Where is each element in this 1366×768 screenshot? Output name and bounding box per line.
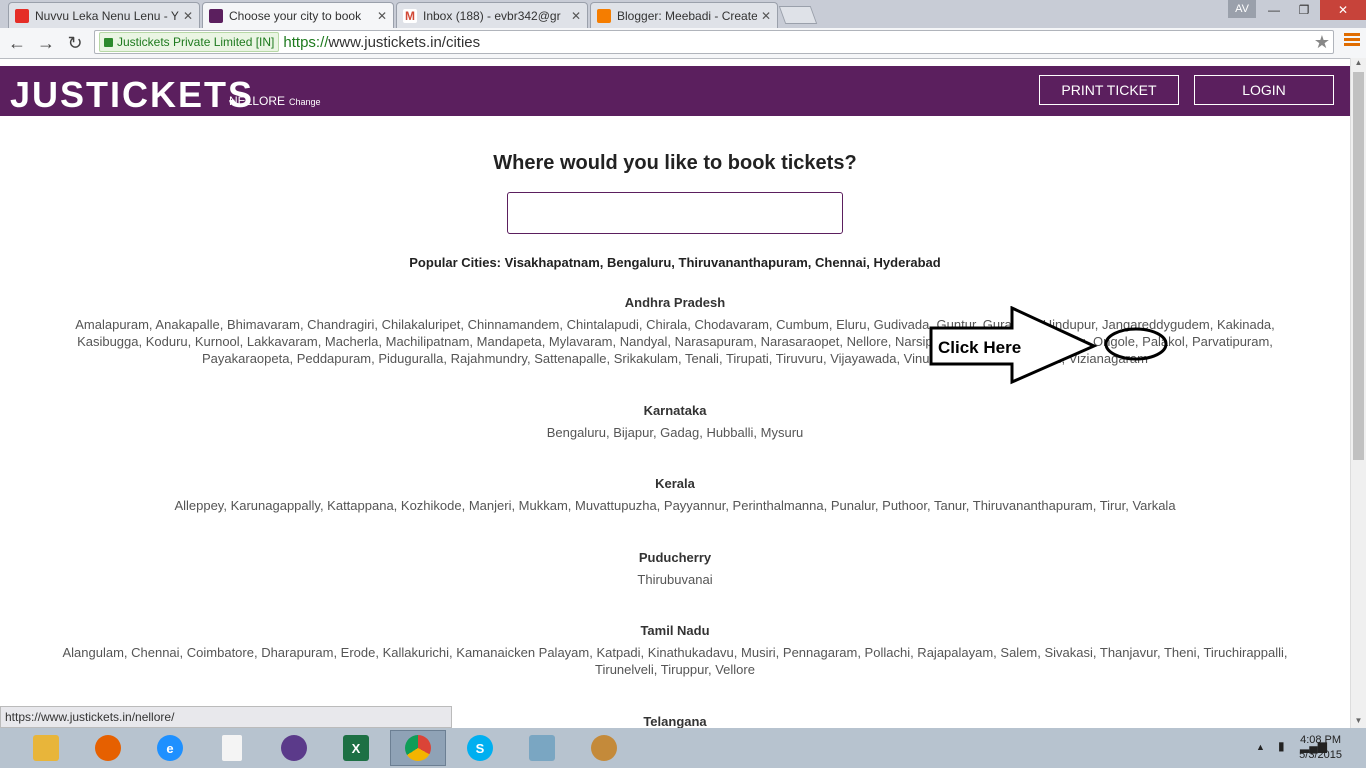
change-city-link[interactable]: Change xyxy=(289,97,321,107)
status-bar: https://www.justickets.in/nellore/ xyxy=(0,706,452,728)
city-list[interactable]: Alangulam, Chennai, Coimbatore, Dharapur… xyxy=(55,644,1295,678)
internet-explorer-icon: e xyxy=(157,735,183,761)
taskbar-app[interactable] xyxy=(204,730,260,766)
url-path: www.justickets.in/cities xyxy=(328,33,481,51)
firefox-icon xyxy=(95,735,121,761)
taskbar-app[interactable] xyxy=(266,730,322,766)
close-icon[interactable]: ✕ xyxy=(761,9,771,23)
popular-cities-label: Popular Cities: xyxy=(409,255,502,270)
minimize-icon[interactable]: — xyxy=(1260,0,1288,20)
popular-cities: Popular Cities: Visakhapatnam, Bengaluru… xyxy=(0,255,1350,270)
highlight-circle xyxy=(1104,327,1168,361)
chrome-menu-icon[interactable] xyxy=(1344,33,1360,49)
justickets-icon xyxy=(209,8,223,23)
close-icon[interactable]: ✕ xyxy=(377,9,387,23)
page-scrollbar[interactable]: ▲ ▼ xyxy=(1350,58,1366,728)
state-karnataka: Karnataka Bengaluru, Bijapur, Gadag, Hub… xyxy=(0,403,1350,441)
lock-icon xyxy=(104,37,113,47)
state-kerala: Kerala Alleppey, Karunagappally, Kattapp… xyxy=(0,476,1350,514)
tab-strip: Nuvvu Leka Nenu Lenu - Y ✕ Choose your c… xyxy=(0,0,1366,28)
back-icon[interactable]: ← xyxy=(6,32,28,54)
click-here-annotation: Click Here xyxy=(929,306,1168,385)
ev-certificate-label: Justickets Private Limited [IN] xyxy=(117,35,275,49)
state-name: Tamil Nadu xyxy=(640,623,710,638)
blogger-icon xyxy=(597,8,611,23)
close-icon[interactable]: ✕ xyxy=(571,9,581,23)
restore-icon[interactable]: ❐ xyxy=(1290,0,1318,20)
taskbar: e X S ▲ ▮ ▂▄▆ 4:08 PM 5/3/2015 xyxy=(0,728,1366,768)
notebook-icon xyxy=(529,735,555,761)
annotation-label: Click Here xyxy=(938,338,1021,357)
clock-date: 5/3/2015 xyxy=(1299,749,1342,761)
browser-toolbar: ← → ↻ Justickets Private Limited [IN] ht… xyxy=(0,28,1366,59)
address-bar[interactable]: Justickets Private Limited [IN] https://… xyxy=(94,30,1334,54)
print-ticket-button[interactable]: PRINT TICKET xyxy=(1039,75,1179,105)
taskbar-app[interactable] xyxy=(514,730,570,766)
city-picker: Where would you like to book tickets? Po… xyxy=(0,116,1350,728)
justickets-logo[interactable]: JUSTICKETS xyxy=(10,74,254,116)
excel-icon: X xyxy=(343,735,369,761)
scroll-thumb[interactable] xyxy=(1353,72,1364,460)
skype-icon: S xyxy=(467,735,493,761)
tab-title: Blogger: Meebadi - Create xyxy=(617,8,757,23)
profile-badge[interactable]: AV xyxy=(1228,0,1256,18)
city-list[interactable]: Bengaluru, Bijapur, Gadag, Hubballi, Mys… xyxy=(55,424,1295,441)
taskbar-app[interactable] xyxy=(80,730,136,766)
taskbar-app[interactable] xyxy=(576,730,632,766)
taskbar-app[interactable]: S xyxy=(452,730,508,766)
youtube-icon xyxy=(15,8,29,23)
taskbar-app[interactable]: e xyxy=(142,730,198,766)
site-header: JUSTICKETS NELLORE Change PRINT TICKET LO… xyxy=(0,66,1350,116)
tray-expand-icon[interactable]: ▲ xyxy=(1256,742,1265,752)
scroll-up-icon[interactable]: ▲ xyxy=(1351,58,1366,70)
state-name: Kerala xyxy=(655,476,695,491)
paint-icon xyxy=(591,735,617,761)
gmail-icon: M xyxy=(403,8,417,23)
current-city: NELLORE Change xyxy=(229,94,321,108)
forward-icon[interactable]: → xyxy=(35,32,57,54)
tab-youtube[interactable]: Nuvvu Leka Nenu Lenu - Y ✕ xyxy=(8,2,200,28)
tab-blogger[interactable]: Blogger: Meebadi - Create ✕ xyxy=(590,2,778,28)
taskbar-app[interactable] xyxy=(18,730,74,766)
battery-icon[interactable]: ▮ xyxy=(1278,739,1285,753)
close-icon[interactable]: ✕ xyxy=(183,9,193,23)
tab-title: Inbox (188) - evbr342@gr xyxy=(423,8,561,23)
tab-justickets[interactable]: Choose your city to book ✕ xyxy=(202,2,394,28)
ev-certificate-badge[interactable]: Justickets Private Limited [IN] xyxy=(99,32,280,52)
document-icon xyxy=(222,735,242,761)
bookmark-star-icon[interactable]: ★ xyxy=(1314,32,1330,53)
city-list[interactable]: Thirubuvanai xyxy=(55,571,1295,588)
chrome-icon xyxy=(405,735,431,761)
state-tamil-nadu: Tamil Nadu Alangulam, Chennai, Coimbator… xyxy=(0,623,1350,678)
system-tray: ▲ ▮ ▂▄▆ 4:08 PM 5/3/2015 xyxy=(1206,728,1366,768)
state-name: Puducherry xyxy=(638,550,712,565)
taskbar-app[interactable]: X xyxy=(328,730,384,766)
page-title: Where would you like to book tickets? xyxy=(493,152,857,174)
current-city-name: NELLORE xyxy=(229,94,286,108)
popular-cities-list[interactable]: Visakhapatnam, Bengaluru, Thiruvananthap… xyxy=(505,255,941,270)
scroll-down-icon[interactable]: ▼ xyxy=(1351,716,1366,728)
new-tab-button[interactable] xyxy=(778,6,818,24)
city-list[interactable]: Alleppey, Karunagappally, Kattappana, Ko… xyxy=(55,497,1295,514)
tab-title: Choose your city to book xyxy=(229,8,362,23)
file-explorer-icon xyxy=(33,735,59,761)
reload-icon[interactable]: ↻ xyxy=(64,32,86,54)
media-player-icon xyxy=(281,735,307,761)
close-window-icon[interactable]: ✕ xyxy=(1320,0,1366,20)
tab-gmail[interactable]: M Inbox (188) - evbr342@gr ✕ xyxy=(396,2,588,28)
url-scheme: https:// xyxy=(283,33,329,51)
state-puducherry: Puducherry Thirubuvanai xyxy=(0,550,1350,588)
state-name: Karnataka xyxy=(643,403,707,418)
taskbar-app-active[interactable] xyxy=(390,730,446,766)
tab-title: Nuvvu Leka Nenu Lenu - Y xyxy=(35,8,179,23)
login-button[interactable]: LOGIN xyxy=(1194,75,1334,105)
clock[interactable]: 4:08 PM 5/3/2015 xyxy=(1299,733,1342,763)
clock-time: 4:08 PM xyxy=(1300,734,1342,746)
city-search-input[interactable] xyxy=(507,192,843,234)
url-text: https://www.justickets.in/cities xyxy=(283,34,480,51)
